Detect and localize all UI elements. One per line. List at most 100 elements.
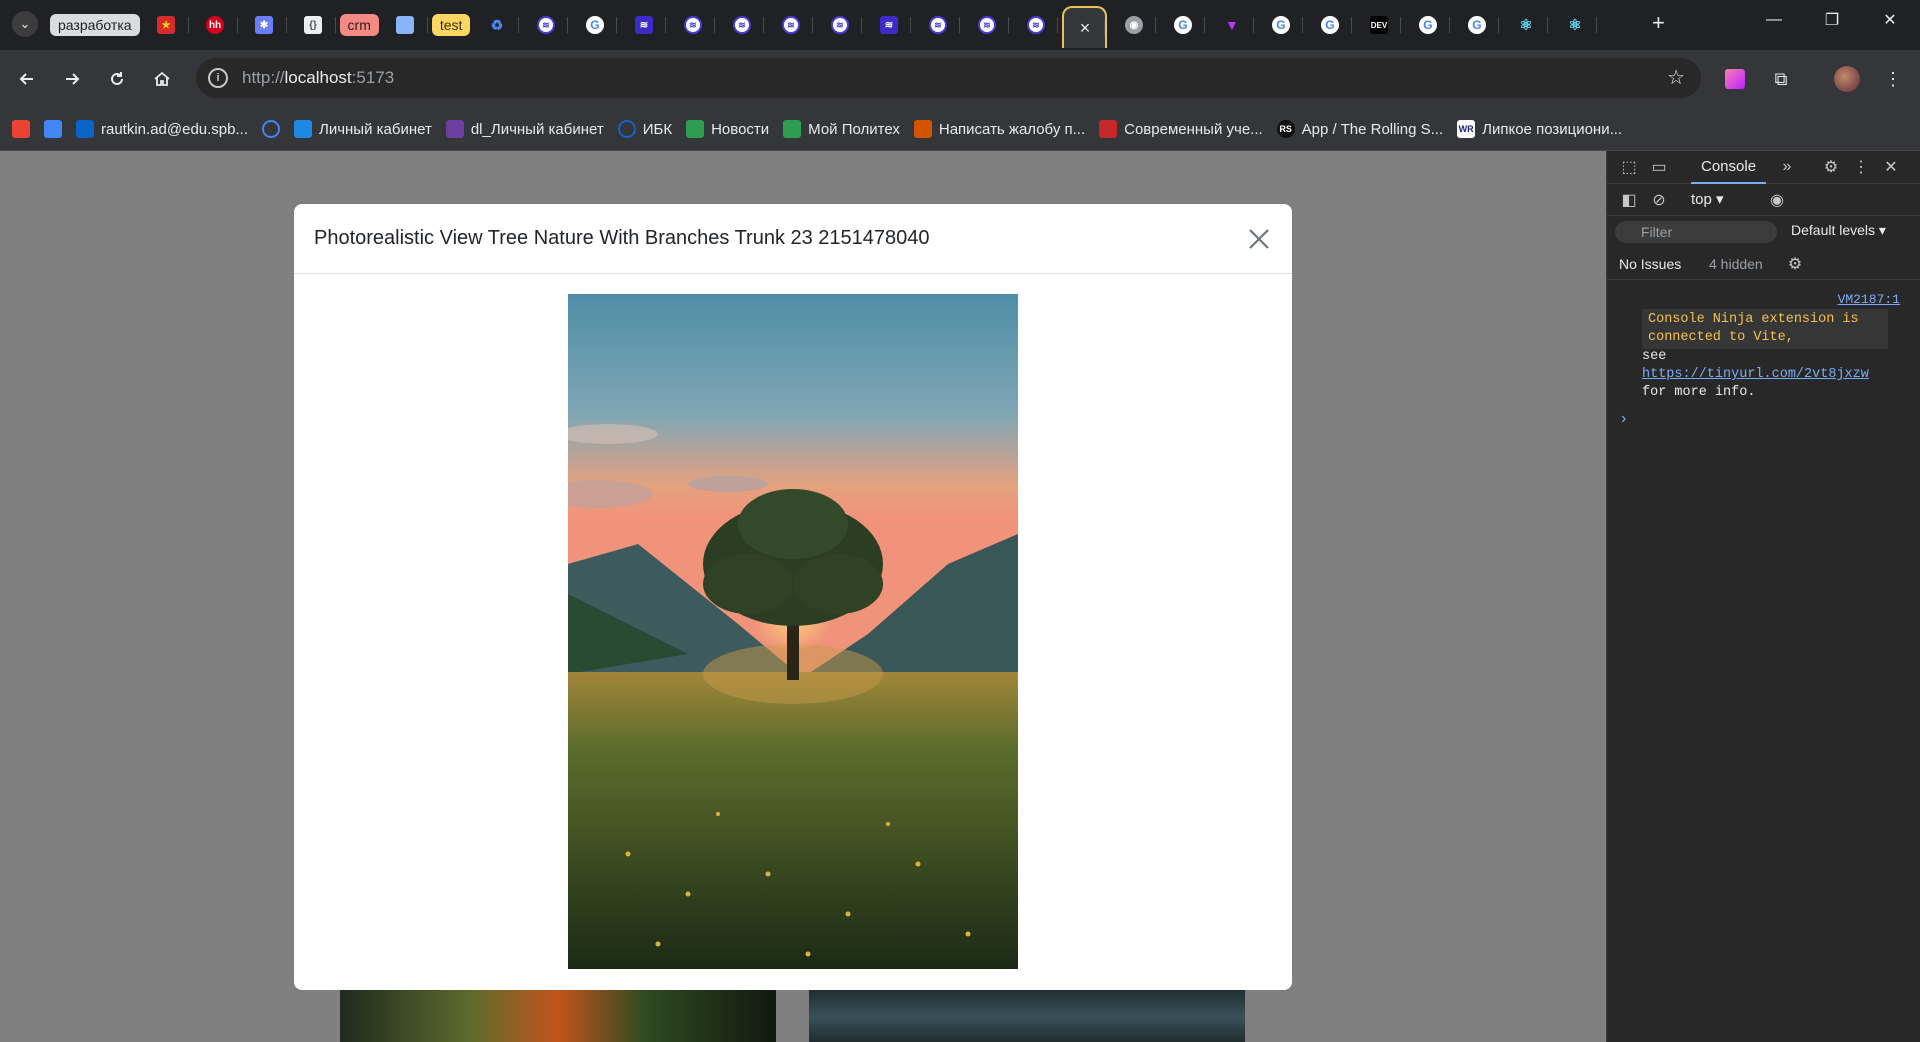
tab[interactable]: ≋ — [915, 5, 961, 45]
bookmark-star-icon[interactable]: ☆ — [1667, 65, 1685, 90]
bookmark-item[interactable]: Новости — [686, 120, 769, 138]
settings-gear-icon[interactable]: ⚙ — [1821, 157, 1841, 177]
tab-group-test[interactable]: test — [431, 14, 471, 36]
tab[interactable]: ⚛ — [1552, 5, 1598, 45]
extension-gradient-icon[interactable] — [1720, 64, 1750, 94]
tab[interactable]: ≋ — [523, 5, 569, 45]
bookmark-label: Личный кабинет — [318, 120, 432, 138]
bookmark-item[interactable]: Мой Политех — [783, 120, 900, 138]
vpn-icon: ≋ — [977, 16, 996, 34]
tab[interactable]: ≋ — [866, 5, 912, 45]
vpn-icon: ≋ — [879, 16, 898, 34]
tab[interactable]: ✱ — [242, 5, 287, 45]
tab[interactable]: ★ — [144, 5, 189, 45]
home-button[interactable] — [147, 64, 177, 94]
forward-button[interactable] — [57, 64, 87, 94]
close-icon[interactable] — [1244, 224, 1274, 254]
bookmark-item[interactable] — [261, 120, 280, 138]
tab[interactable]: ≋ — [670, 5, 716, 45]
tab[interactable]: ≋ — [1013, 5, 1059, 45]
hidden-count: 4 hidden — [1709, 256, 1763, 272]
forward-arrow-icon — [66, 73, 80, 85]
tab[interactable]: ⚛ — [1503, 5, 1549, 45]
bookmark-item[interactable]: RS App / The Rolling S... — [1276, 120, 1444, 138]
tab-group-crm[interactable]: crm — [339, 14, 379, 36]
bookmark-item[interactable] — [44, 120, 62, 138]
home-icon — [154, 71, 170, 86]
tab-search-chevron-icon[interactable]: ⌄ — [12, 11, 38, 37]
log-levels-dropdown[interactable]: Default levels ▾ — [1791, 222, 1886, 239]
tab[interactable]: G — [1405, 5, 1451, 45]
issues-settings-gear-icon[interactable]: ⚙ — [1785, 254, 1805, 274]
tab[interactable]: ≋ — [719, 5, 765, 45]
google-icon: G — [1320, 16, 1339, 34]
close-window-button[interactable]: ✕ — [1861, 0, 1919, 40]
close-tab-icon[interactable]: × — [1080, 18, 1091, 39]
bookmark-item[interactable]: WR Липкое позициони... — [1457, 120, 1622, 138]
minimize-button[interactable]: — — [1745, 0, 1803, 40]
tab[interactable] — [383, 5, 428, 45]
bookmark-label: dl_Личный кабинет — [470, 120, 604, 138]
bookmark-item[interactable]: dl_Личный кабинет — [445, 120, 604, 138]
console-link[interactable]: https://tinyurl.com/2vt8jxzw — [1642, 367, 1869, 382]
tab[interactable]: ≋ — [964, 5, 1010, 45]
tab[interactable]: ▼ — [1209, 5, 1255, 45]
tab-console[interactable]: Console — [1691, 151, 1767, 184]
tab[interactable]: G — [572, 5, 618, 45]
devtools-menu-icon[interactable]: ⋮ — [1851, 157, 1871, 177]
bookmark-label: Современный уче... — [1124, 120, 1263, 138]
bookmark-label: App / The Rolling S... — [1301, 120, 1444, 138]
tab[interactable]: ≋ — [621, 5, 667, 45]
gallery-thumbnail[interactable] — [809, 987, 1245, 1042]
tab-group-razrabotka[interactable]: разработка — [50, 14, 140, 36]
message-source-link[interactable]: VM2187:1 — [1838, 292, 1900, 307]
tab[interactable]: DEV — [1356, 5, 1402, 45]
json-icon: {} — [304, 16, 323, 34]
bookmark-item[interactable]: rautkin.ad@edu.spb... — [76, 120, 248, 138]
tutorial-icon — [1099, 120, 1118, 138]
inspect-element-icon[interactable]: ⬚ — [1619, 157, 1639, 177]
bookmarks-bar: rautkin.ad@edu.spb... Личный кабинет dl_Ли… — [0, 108, 1920, 151]
close-devtools-icon[interactable]: ✕ — [1881, 157, 1901, 177]
tab[interactable]: ≋ — [768, 5, 814, 45]
wr-icon: WR — [1457, 120, 1476, 138]
extensions-puzzle-icon[interactable]: ⧉ — [1766, 64, 1796, 94]
gmail-m-icon — [44, 120, 62, 138]
context-selector[interactable]: top ▾ — [1691, 190, 1724, 208]
bookmark-item[interactable] — [12, 120, 30, 138]
google-icon: G — [1467, 16, 1486, 34]
tab[interactable]: {} — [291, 5, 336, 45]
polytech-icon — [293, 120, 312, 138]
address-bar[interactable]: i http://localhost:5173 ☆ — [196, 58, 1701, 98]
active-tab[interactable]: × — [1062, 6, 1108, 48]
profile-avatar[interactable] — [1832, 64, 1862, 94]
tab[interactable]: ≋ — [817, 5, 863, 45]
sidebar-toggle-icon[interactable]: ◧ — [1619, 190, 1639, 210]
bookmark-item[interactable]: ИБК — [617, 120, 672, 138]
bookmark-item[interactable]: Личный кабинет — [293, 120, 432, 138]
new-tab-button[interactable]: + — [1652, 10, 1665, 36]
console-prompt-chevron-icon[interactable]: › — [1621, 410, 1626, 428]
device-toolbar-icon[interactable]: ▭ — [1649, 157, 1669, 177]
gallery-thumbnail[interactable] — [340, 987, 776, 1042]
clear-console-icon[interactable]: ⊘ — [1649, 190, 1669, 210]
google-icon: G — [1173, 16, 1192, 34]
url-text[interactable]: http://localhost:5173 — [242, 68, 394, 88]
live-expression-eye-icon[interactable]: ◉ — [1767, 190, 1787, 210]
back-button[interactable] — [12, 64, 42, 94]
filter-input[interactable]: Filter — [1615, 221, 1777, 243]
restore-button[interactable]: ❐ — [1803, 0, 1861, 40]
reload-button[interactable] — [102, 64, 132, 94]
bookmark-item[interactable]: Современный уче... — [1099, 120, 1263, 138]
tab[interactable]: ♻ — [474, 5, 520, 45]
browser-menu-icon[interactable]: ⋮ — [1878, 64, 1908, 94]
site-info-icon[interactable]: i — [208, 68, 228, 88]
tab[interactable]: hh — [193, 5, 238, 45]
tab[interactable]: G — [1160, 5, 1206, 45]
more-tabs-icon[interactable]: » — [1777, 157, 1797, 177]
tab[interactable]: G — [1258, 5, 1304, 45]
tab[interactable]: ◉ — [1111, 5, 1157, 45]
tab[interactable]: G — [1307, 5, 1353, 45]
tab[interactable]: G — [1454, 5, 1500, 45]
bookmark-item[interactable]: Написать жалобу п... — [913, 120, 1085, 138]
